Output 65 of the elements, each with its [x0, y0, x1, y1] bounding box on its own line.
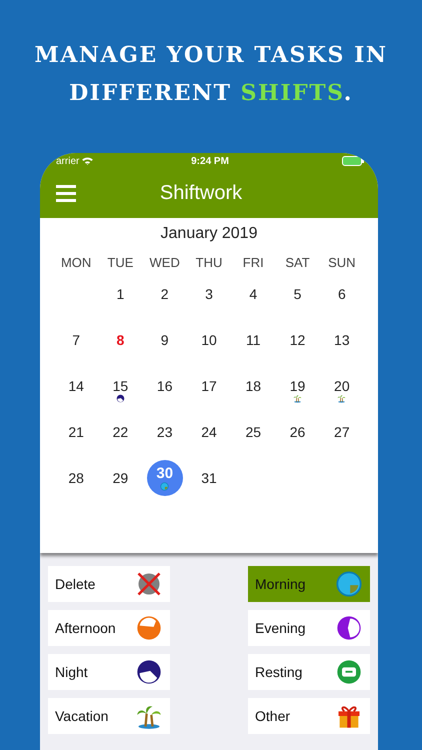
- day-number[interactable]: 22: [112, 424, 128, 440]
- vacation-shift-icon: [293, 394, 302, 403]
- morning-shift-icon: [160, 482, 170, 490]
- day-number[interactable]: 25: [245, 424, 262, 440]
- shift-button[interactable]: Afternoon: [48, 610, 170, 646]
- status-time: 9:24 PM: [191, 156, 229, 166]
- day-number[interactable]: 3: [205, 286, 213, 302]
- day-number[interactable]: 30: [156, 466, 174, 482]
- weekday-label: MON: [60, 254, 92, 272]
- day-number[interactable]: 24: [201, 424, 217, 440]
- shift-button[interactable]: Night: [48, 654, 170, 690]
- day-number[interactable]: 8: [116, 332, 124, 348]
- day-number[interactable]: 14: [68, 378, 84, 394]
- day-number[interactable]: 29: [112, 470, 128, 486]
- day-number[interactable]: 2: [160, 286, 169, 302]
- shift-button[interactable]: Delete: [48, 566, 170, 602]
- day-number[interactable]: 12: [290, 332, 306, 348]
- day-number[interactable]: 18: [245, 378, 262, 394]
- weekday-label: WED: [148, 254, 181, 272]
- carrier-label: arrier: [56, 156, 80, 166]
- day-number[interactable]: 1: [116, 286, 124, 302]
- morning-shift-icon: [335, 570, 363, 598]
- day-number[interactable]: 20: [334, 378, 350, 394]
- shift-button[interactable]: Resting: [248, 654, 370, 690]
- day-number[interactable]: 15: [112, 378, 128, 394]
- day-number[interactable]: 21: [68, 424, 84, 440]
- day-number[interactable]: 28: [68, 470, 84, 486]
- day-number[interactable]: 17: [201, 378, 217, 394]
- night-shift-icon: [135, 658, 163, 686]
- menu-icon[interactable]: [56, 185, 76, 202]
- delete-shift-icon: [135, 570, 163, 598]
- day-number[interactable]: 11: [246, 332, 261, 348]
- wifi-icon: [82, 157, 94, 165]
- weekday-label: TUE: [106, 254, 134, 272]
- shift-button[interactable]: Evening: [248, 610, 370, 646]
- day-number[interactable]: 10: [201, 332, 217, 348]
- night-shift-icon: [116, 394, 125, 403]
- shift-button[interactable]: Vacation: [48, 698, 170, 734]
- battery-icon: [342, 156, 364, 166]
- shift-button[interactable]: Morning: [248, 566, 370, 602]
- app-title: Shiftwork: [158, 182, 244, 205]
- day-number[interactable]: 31: [201, 470, 217, 486]
- headline: MANAGE YOUR TASKS IN DIFFERENT SHIFTS.: [34, 41, 388, 108]
- day-number[interactable]: 19: [290, 378, 306, 394]
- vacation-shift-icon: [337, 394, 346, 403]
- resting-shift-icon: [335, 658, 363, 686]
- weekday-label: SUN: [327, 254, 357, 272]
- month-title: January 2019: [160, 224, 258, 244]
- day-number[interactable]: 13: [334, 332, 350, 348]
- weekday-label: FRI: [242, 254, 265, 272]
- day-number[interactable]: 5: [294, 286, 302, 302]
- day-number[interactable]: 26: [290, 424, 306, 440]
- afternoon-shift-icon: [135, 614, 163, 642]
- day-number[interactable]: 27: [334, 424, 350, 440]
- day-number[interactable]: 23: [156, 424, 172, 440]
- selected-day-circle[interactable]: 30: [146, 460, 183, 496]
- day-number[interactable]: 9: [160, 332, 169, 348]
- weekday-label: SAT: [284, 254, 311, 272]
- day-number[interactable]: 4: [249, 286, 258, 302]
- weekday-label: THU: [194, 254, 224, 272]
- day-number[interactable]: 7: [72, 332, 80, 348]
- day-number[interactable]: 16: [156, 378, 172, 394]
- day-number[interactable]: 6: [338, 286, 346, 302]
- evening-shift-icon: [335, 614, 363, 642]
- shift-button[interactable]: Other: [248, 698, 370, 734]
